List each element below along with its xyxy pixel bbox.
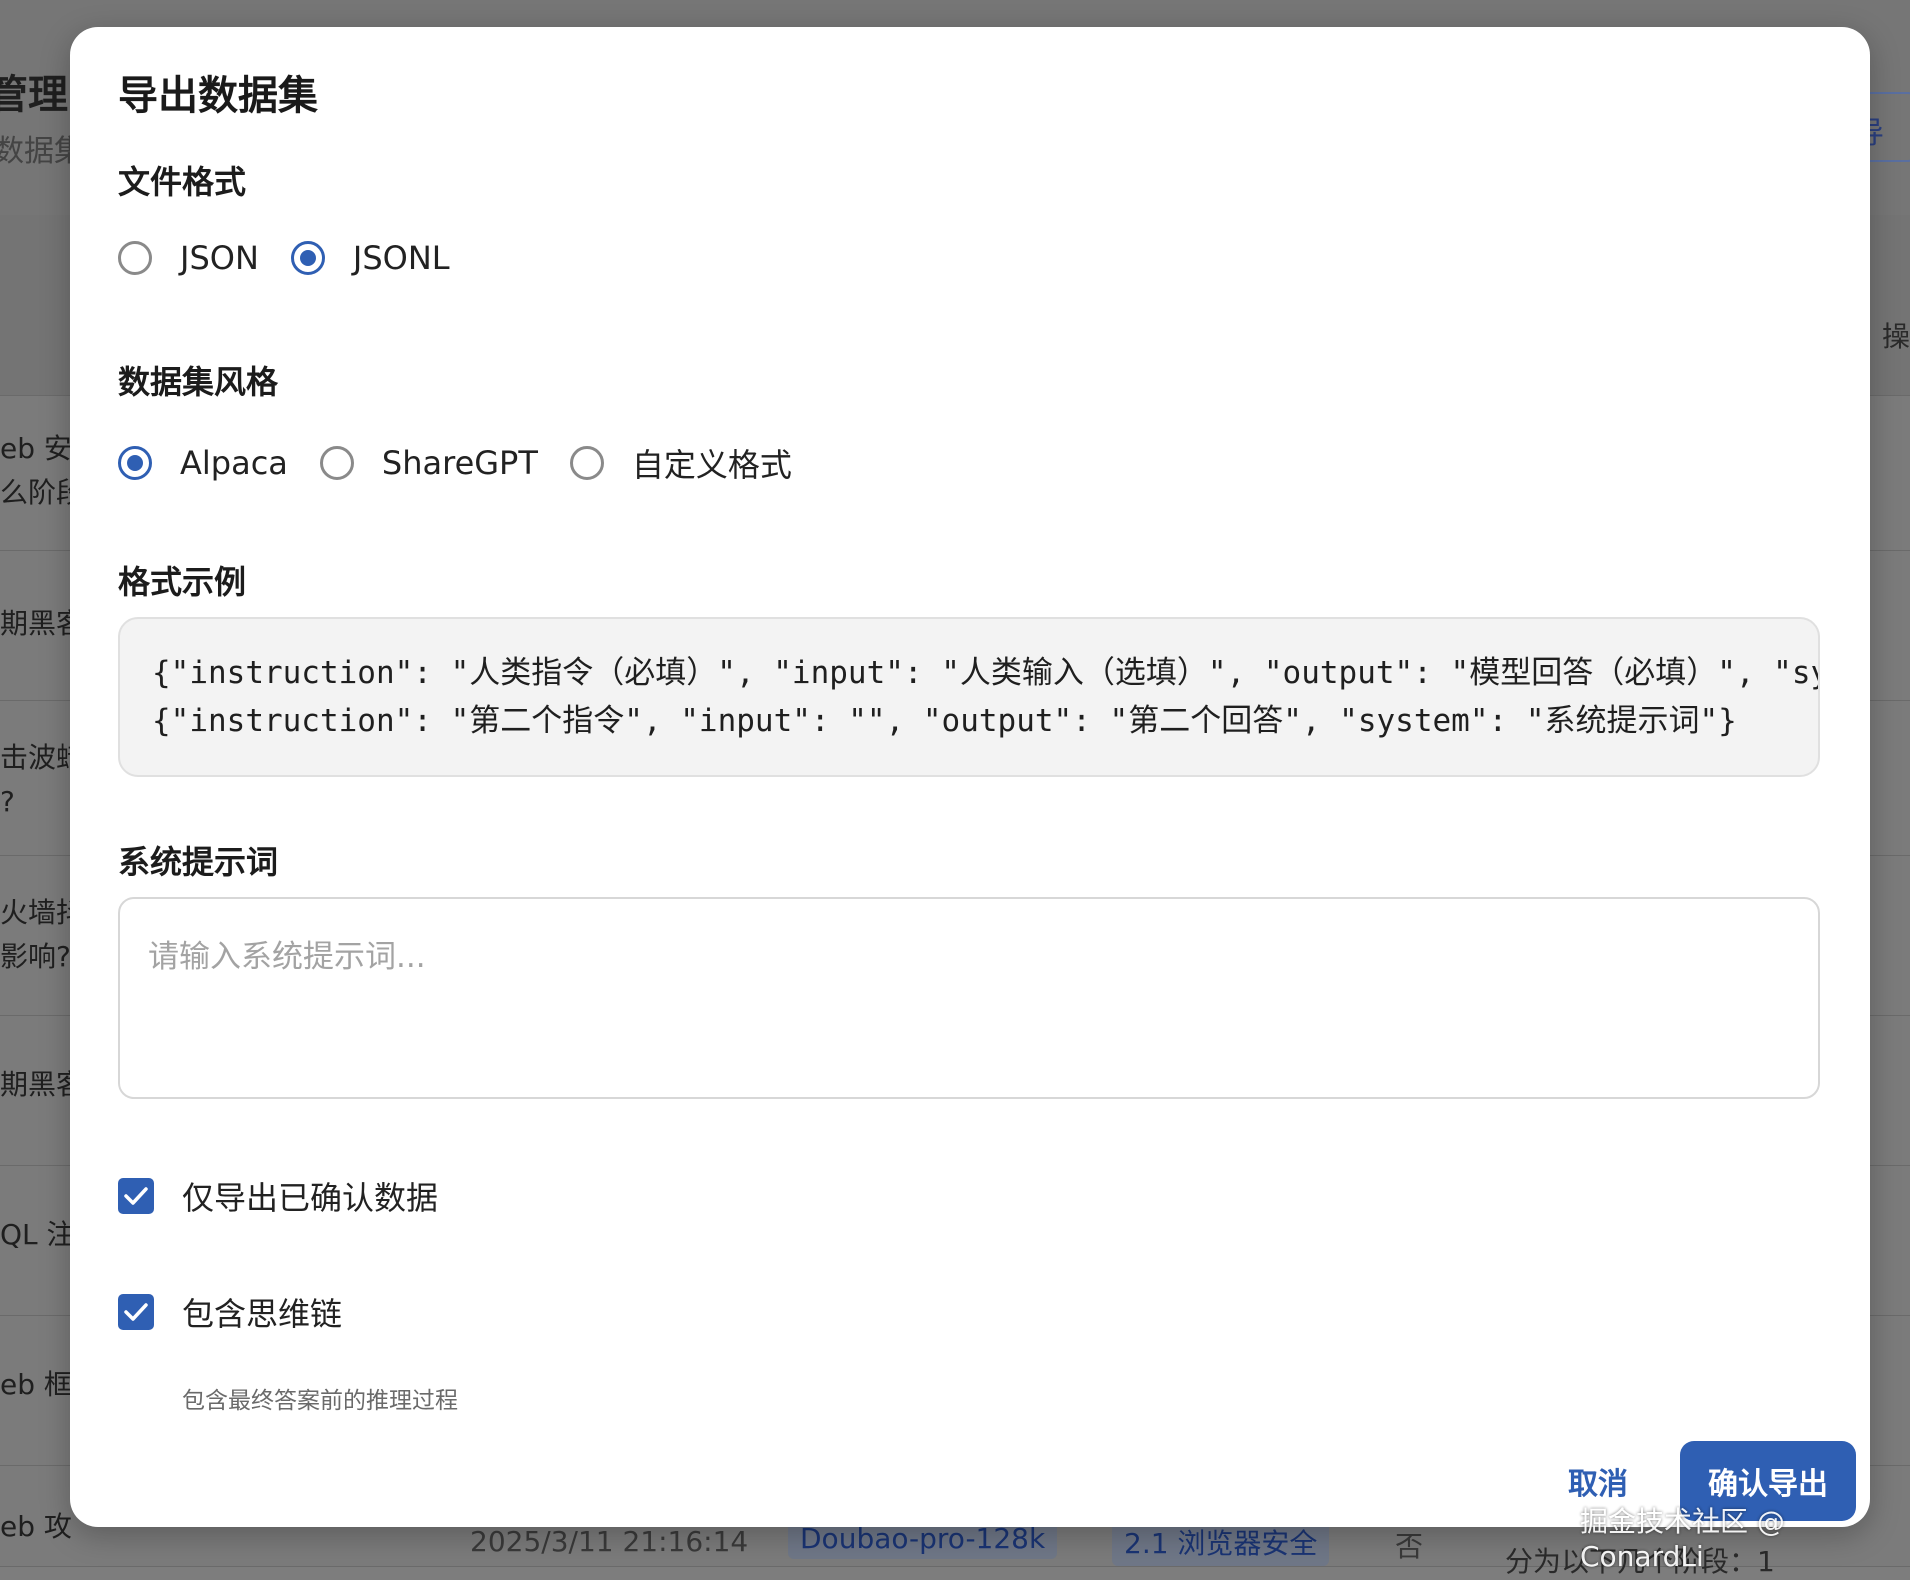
bg-row-text: eb 框: [0, 1368, 72, 1401]
format-example-label: 格式示例: [118, 563, 247, 601]
radio-jsonl-circle[interactable]: [290, 241, 325, 275]
system-prompt-label: 系统提示词: [118, 843, 279, 881]
bg-row-date: 2025/3/11 21:16:14: [470, 1525, 749, 1558]
cancel-button[interactable]: 取消: [1568, 1459, 1628, 1503]
radio-json-label[interactable]: JSON: [180, 239, 259, 277]
radio-sharegpt-label[interactable]: ShareGPT: [382, 444, 538, 482]
format-example-line: {"instruction": "第二个指令", "input": "", "o…: [152, 703, 1737, 739]
radio-custom-format-label[interactable]: 自定义格式: [632, 440, 792, 486]
dataset-style-label: 数据集风格: [118, 363, 279, 401]
include-cot-checkbox-row[interactable]: 包含思维链: [118, 1289, 342, 1335]
radio-alpaca-circle[interactable]: [118, 446, 152, 480]
system-prompt-input[interactable]: [118, 897, 1820, 1099]
dialog-title: 导出数据集: [118, 73, 318, 119]
watermark: 掘金技术社区 @ ConardLi: [1580, 1505, 1785, 1573]
dataset-style-radio-group: Alpaca ShareGPT 自定义格式: [118, 440, 824, 486]
file-format-radio-group: JSON JSONL: [118, 239, 482, 277]
include-cot-checkbox[interactable]: [118, 1294, 154, 1330]
radio-alpaca[interactable]: Alpaca: [118, 444, 288, 482]
radio-sharegpt[interactable]: ShareGPT: [319, 444, 538, 482]
export-dataset-dialog: 导出数据集 文件格式 JSON JSONL 数据集风格 Alpaca Share…: [70, 27, 1870, 1527]
only-confirmed-checkbox-row[interactable]: 仅导出已确认数据: [118, 1173, 438, 1219]
checkmark-icon: [124, 1187, 148, 1205]
include-cot-helper-text: 包含最终答案前的推理过程: [182, 1388, 458, 1414]
format-example-box: {"instruction": "人类指令（必填）", "input": "人类…: [118, 617, 1820, 777]
include-cot-label[interactable]: 包含思维链: [182, 1289, 342, 1335]
only-confirmed-checkbox[interactable]: [118, 1178, 154, 1214]
bg-page-title: 管理: [0, 72, 68, 118]
radio-json-circle[interactable]: [118, 241, 152, 275]
bg-row-text: eb 攻: [0, 1510, 72, 1543]
radio-sharegpt-circle[interactable]: [319, 446, 354, 480]
checkmark-icon: [124, 1303, 148, 1321]
radio-custom-format-circle[interactable]: [569, 446, 604, 480]
only-confirmed-label[interactable]: 仅导出已确认数据: [182, 1173, 438, 1219]
radio-jsonl-label[interactable]: JSONL: [353, 239, 450, 277]
format-example-line: {"instruction": "人类指令（必填）", "input": "人类…: [152, 655, 1818, 691]
radio-jsonl[interactable]: JSONL: [290, 239, 450, 277]
radio-alpaca-label[interactable]: Alpaca: [180, 444, 288, 482]
bg-column-header: 操: [1881, 320, 1910, 353]
radio-json[interactable]: JSON: [118, 239, 259, 277]
file-format-label: 文件格式: [118, 163, 247, 201]
bg-row-confirmed: 否: [1395, 1530, 1424, 1563]
radio-custom-format[interactable]: 自定义格式: [569, 440, 792, 486]
